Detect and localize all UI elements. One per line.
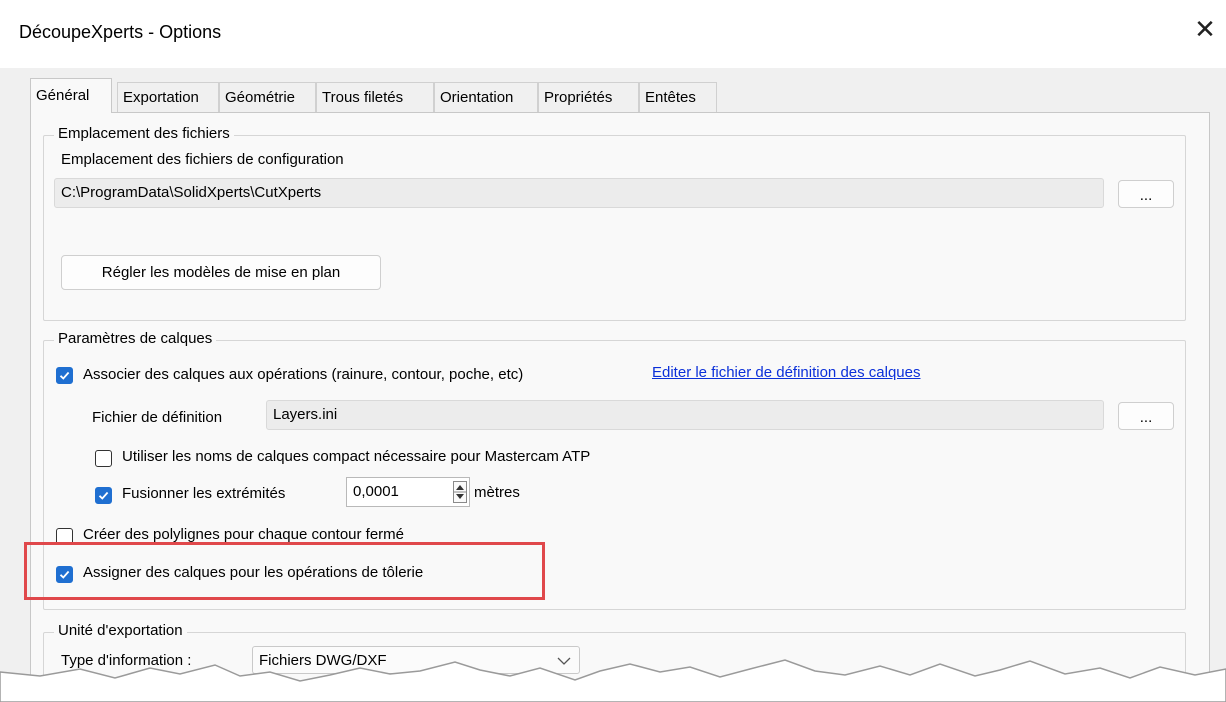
tab-label: Orientation bbox=[440, 89, 514, 106]
associate-layers-label: Associer des calques aux opérations (rai… bbox=[83, 366, 524, 383]
compact-names-label: Utiliser les noms de calques compact néc… bbox=[122, 448, 591, 465]
checkmark-icon bbox=[98, 491, 109, 500]
export-unit-group: Unité d'exportation bbox=[43, 622, 1186, 702]
definition-file-value: Layers.ini bbox=[273, 406, 338, 423]
tab-label: Propriétés bbox=[544, 89, 613, 106]
edit-layers-definition-link[interactable]: Editer le fichier de définition des calq… bbox=[652, 364, 921, 381]
config-path-field: C:\ProgramData\SolidXperts\CutXperts bbox=[54, 178, 1104, 208]
close-icon[interactable]: ✕ bbox=[1190, 14, 1220, 44]
checkmark-icon bbox=[59, 371, 70, 380]
merge-tolerance-spinner[interactable]: 0,0001 bbox=[346, 477, 470, 507]
browse-label: ... bbox=[1139, 187, 1153, 204]
title-bar: DécoupeXperts - Options ✕ bbox=[0, 0, 1226, 68]
tab-proprietes[interactable]: Propriétés bbox=[538, 82, 639, 112]
tab-label: Général bbox=[36, 87, 90, 104]
options-dialog: DécoupeXperts - Options ✕ Général Export… bbox=[0, 0, 1226, 702]
spinner-buttons[interactable] bbox=[453, 481, 467, 503]
tab-trous-filetes[interactable]: Trous filetés bbox=[316, 82, 434, 112]
tab-general[interactable]: Général bbox=[30, 78, 112, 113]
export-unit-legend: Unité d'exportation bbox=[54, 622, 187, 639]
tab-entetes[interactable]: Entêtes bbox=[639, 82, 717, 112]
files-group-legend: Emplacement des fichiers bbox=[54, 125, 234, 142]
associate-layers-checkbox[interactable] bbox=[56, 367, 73, 384]
config-path-value: C:\ProgramData\SolidXperts\CutXperts bbox=[61, 184, 322, 201]
compact-names-checkbox[interactable] bbox=[95, 450, 112, 467]
chevron-down-icon bbox=[557, 657, 571, 665]
drawing-templates-label: Régler les modèles de mise en plan bbox=[101, 264, 341, 281]
tab-geometrie[interactable]: Géométrie bbox=[219, 82, 316, 112]
tab-label: Exportation bbox=[123, 89, 199, 106]
information-type-value: Fichiers DWG/DXF bbox=[259, 652, 387, 669]
drawing-templates-button[interactable]: Régler les modèles de mise en plan bbox=[61, 255, 381, 290]
tab-exportation[interactable]: Exportation bbox=[117, 82, 219, 112]
tab-label: Trous filetés bbox=[322, 89, 404, 106]
definition-browse-button[interactable]: ... bbox=[1118, 402, 1174, 430]
information-type-label: Type d'information : bbox=[61, 652, 192, 669]
definition-file-label: Fichier de définition bbox=[92, 409, 223, 426]
polylines-label: Créer des polylignes pour chaque contour… bbox=[83, 526, 405, 543]
definition-file-field: Layers.ini bbox=[266, 400, 1104, 430]
tab-orientation[interactable]: Orientation bbox=[434, 82, 538, 112]
browse-label: ... bbox=[1139, 409, 1153, 426]
highlight-box bbox=[24, 542, 545, 600]
merge-ends-checkbox[interactable] bbox=[95, 487, 112, 504]
merge-unit-label: mètres bbox=[474, 484, 520, 501]
merge-ends-label: Fusionner les extrémités bbox=[122, 485, 286, 502]
merge-tolerance-value: 0,0001 bbox=[353, 483, 399, 500]
layers-group-legend: Paramètres de calques bbox=[54, 330, 217, 347]
config-location-label: Emplacement des fichiers de configuratio… bbox=[61, 151, 344, 168]
tab-label: Géométrie bbox=[225, 89, 296, 106]
window-title: DécoupeXperts - Options bbox=[19, 22, 222, 42]
spinner-arrows-icon bbox=[454, 485, 466, 499]
information-type-select[interactable]: Fichiers DWG/DXF bbox=[252, 646, 580, 674]
tab-label: Entêtes bbox=[645, 89, 696, 106]
config-browse-button[interactable]: ... bbox=[1118, 180, 1174, 208]
